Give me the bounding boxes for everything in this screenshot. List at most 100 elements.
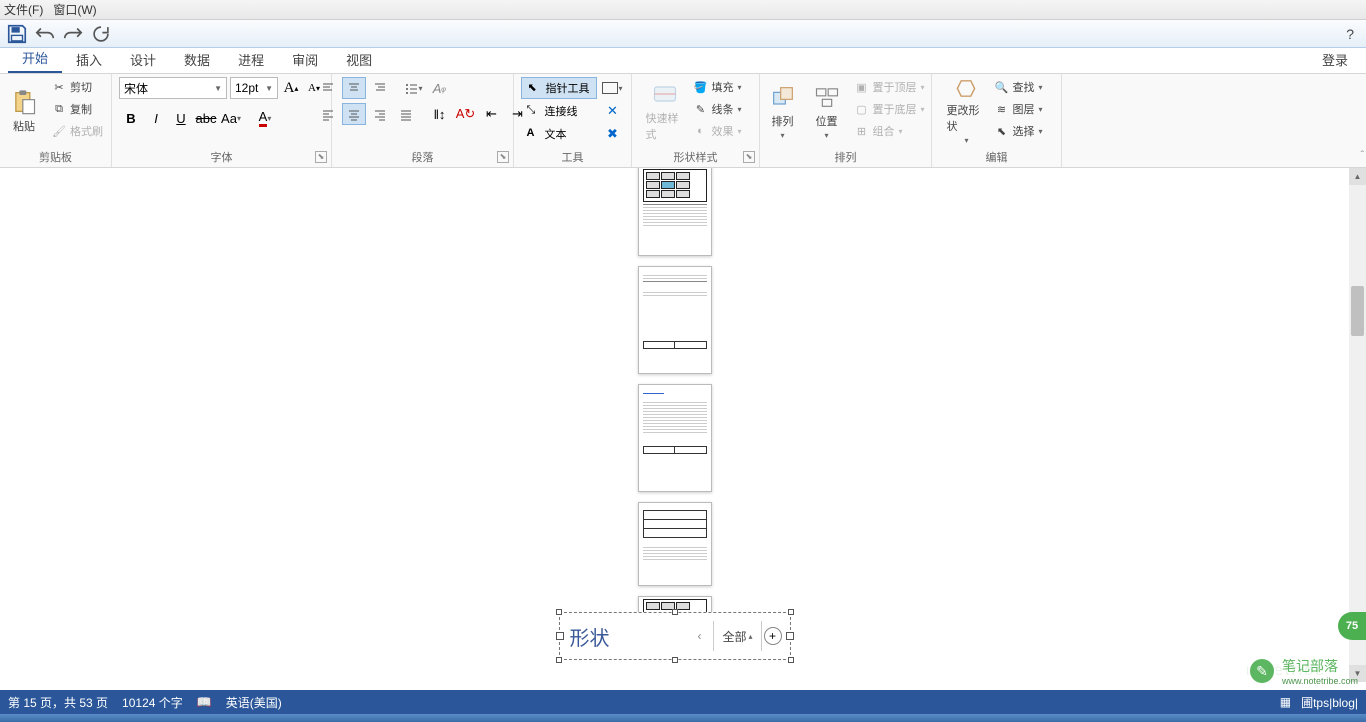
align-top-center-button[interactable] (342, 77, 366, 99)
paste-button[interactable]: 粘贴 (4, 77, 44, 145)
shape-styles-group-label: 形状样式 (638, 147, 753, 167)
cut-button[interactable]: ✂剪切 (48, 77, 107, 97)
document-canvas[interactable]: 形状 ‹ 全部▴ + (0, 168, 1349, 682)
shapes-prev-button[interactable]: ‹ (697, 629, 711, 643)
align-right-button[interactable] (368, 103, 392, 125)
shapes-filter-dropdown[interactable]: 全部▴ (716, 628, 758, 645)
status-language[interactable]: 英语(美国) (226, 694, 282, 711)
tab-data[interactable]: 数据 (170, 46, 224, 73)
undo-icon[interactable] (34, 23, 56, 45)
arrange-button[interactable]: 排列▾ (763, 77, 803, 145)
line-spacing-button[interactable]: ‖↕ (428, 103, 452, 125)
paragraph-dialog-launcher[interactable]: ⬊ (497, 151, 509, 163)
scissors-icon: ✂ (52, 80, 66, 94)
align-justify-button[interactable] (394, 103, 418, 125)
rectangle-icon (602, 82, 618, 94)
bullets-button[interactable]: ▾ (402, 77, 426, 99)
rectangle-tool-button[interactable]: ▾ (601, 77, 625, 99)
connector-tool-button[interactable]: ⤡连接线 (521, 100, 597, 122)
status-bar: 第 15 页，共 53 页 10124 个字 📖 英语(美国) ▦ 圃tps|b… (0, 690, 1366, 714)
italic-button[interactable]: I (144, 107, 168, 129)
shapes-window[interactable]: 形状 ‹ 全部▴ + (559, 612, 791, 660)
notetribe-brand: 笔记部落 (1282, 656, 1358, 676)
clear-format-button[interactable]: Aᵩ (428, 77, 452, 99)
page-thumb[interactable] (638, 502, 712, 586)
pointer-tool-button[interactable]: ⬉指针工具 (521, 77, 597, 99)
change-case-button[interactable]: Aa▾ (219, 107, 243, 129)
select-button[interactable]: ⬉选择▾ (990, 121, 1046, 141)
align-top-right-button[interactable] (368, 77, 392, 99)
layers-icon: ≋ (994, 102, 1008, 116)
redo-icon[interactable] (62, 23, 84, 45)
tab-review[interactable]: 审阅 (278, 46, 332, 73)
align-left-button[interactable] (316, 103, 340, 125)
bold-button[interactable]: B (119, 107, 143, 129)
font-dialog-launcher[interactable]: ⬊ (315, 151, 327, 163)
cursor-icon: ⬉ (528, 81, 542, 95)
underline-button[interactable]: U (169, 107, 193, 129)
paste-label: 粘贴 (13, 118, 35, 134)
page-thumb[interactable] (638, 384, 712, 492)
line-button[interactable]: ✎线条▾ (689, 99, 745, 119)
align-top-left-button[interactable] (316, 77, 340, 99)
menu-window[interactable]: 窗口(W) (53, 1, 96, 18)
vertical-scrollbar[interactable]: ▲ ▼ (1349, 168, 1366, 682)
clipboard-group-label: 剪贴板 (6, 147, 105, 167)
status-page[interactable]: 第 15 页，共 53 页 (8, 694, 108, 711)
scroll-up-button[interactable]: ▲ (1349, 168, 1366, 185)
status-view-icon[interactable]: ▦ (1280, 695, 1291, 709)
delete-tool-button[interactable]: ✕ (601, 100, 625, 122)
refresh-icon[interactable] (90, 23, 112, 45)
layer-button[interactable]: ≋图层▾ (990, 99, 1046, 119)
align-center-button[interactable] (342, 103, 366, 125)
fill-button[interactable]: 🪣填充▾ (689, 77, 745, 97)
tab-home[interactable]: 开始 (8, 44, 62, 73)
effect-button: ◐效果▾ (689, 121, 745, 141)
change-shape-button[interactable]: 更改形状▾ (946, 77, 986, 145)
tab-view[interactable]: 视图 (332, 46, 386, 73)
find-button[interactable]: 🔍查找▾ (990, 77, 1046, 97)
brush-icon: 🖌 (52, 124, 66, 138)
save-icon[interactable] (6, 23, 28, 45)
x-icon: ✕ (607, 103, 618, 119)
tab-design[interactable]: 设计 (116, 46, 170, 73)
page-thumb[interactable] (638, 168, 712, 256)
font-size-select[interactable]: 12pt▼ (230, 77, 278, 99)
page-thumb[interactable] (638, 266, 712, 374)
position-button[interactable]: 位置▾ (807, 77, 847, 145)
status-spellcheck[interactable]: 📖 (197, 695, 212, 709)
grow-font-button[interactable]: A▴ (281, 77, 301, 99)
tab-insert[interactable]: 插入 (62, 46, 116, 73)
notetribe-watermark: ✎ 笔记部落 www.notetribe.com (1248, 656, 1358, 686)
decrease-indent-button[interactable]: ⇤ (480, 103, 504, 125)
tab-process[interactable]: 进程 (224, 46, 278, 73)
book-icon: 📖 (197, 695, 212, 709)
menu-file[interactable]: 文件(F) (4, 1, 43, 18)
copy-button[interactable]: ⧉复制 (48, 99, 107, 119)
rotate-text-button[interactable]: A↻ (454, 103, 478, 125)
shape-styles-dialog-launcher[interactable]: ⬊ (743, 151, 755, 163)
text-tool-button[interactable]: A文本 (521, 123, 597, 145)
bucket-icon: 🪣 (693, 80, 707, 94)
effect-icon: ◐ (693, 124, 707, 138)
group-button: ⊞组合▾ (851, 121, 929, 141)
front-icon: ▣ (855, 80, 869, 94)
strikethrough-button[interactable]: abc (194, 107, 218, 129)
collapse-ribbon-button[interactable]: ˆ (1361, 150, 1364, 161)
font-group-label: 字体 (118, 147, 325, 167)
connection-point-button[interactable]: ✖ (601, 123, 625, 145)
login-button[interactable]: 登录 (1312, 46, 1358, 73)
group-edit: 更改形状▾ 🔍查找▾ ≋图层▾ ⬉选择▾ 编辑 (932, 74, 1062, 167)
scroll-thumb[interactable] (1351, 286, 1364, 336)
shapes-add-button[interactable]: + (764, 627, 782, 645)
group-font: 宋体▼ 12pt▼ A▴ A▾ B I U abc Aa▾ A▾ 字体 ⬊ (112, 74, 332, 167)
font-color-button[interactable]: A▾ (253, 107, 277, 129)
group-arrange: 排列▾ 位置▾ ▣置于顶层▾ ▢置于底层▾ ⊞组合▾ 排列 (760, 74, 932, 167)
help-button[interactable]: ? (1340, 26, 1360, 42)
quick-styles-button: 快速样式 (645, 77, 685, 145)
status-word-count[interactable]: 10124 个字 (122, 694, 183, 711)
pen-icon: ✎ (693, 102, 707, 116)
badge-75: 75 (1338, 612, 1366, 640)
font-family-select[interactable]: 宋体▼ (119, 77, 227, 99)
notetribe-logo-icon: ✎ (1248, 657, 1276, 685)
